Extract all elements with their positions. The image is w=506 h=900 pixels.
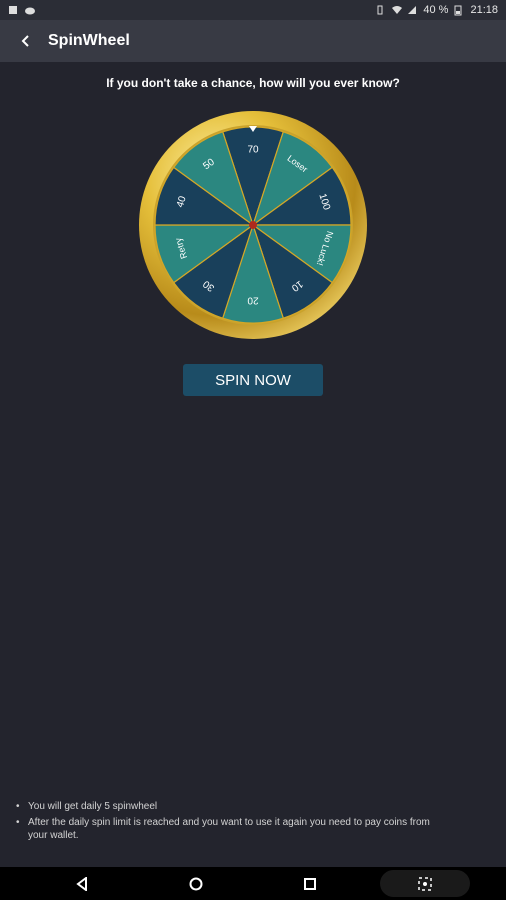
- battery-icon: [454, 5, 464, 16]
- battery-percent: 40 %: [423, 4, 449, 16]
- note-item: • After the daily spin limit is reached …: [16, 816, 436, 842]
- spin-now-button[interactable]: SPIN NOW: [183, 364, 323, 396]
- nav-home-button[interactable]: [176, 867, 216, 900]
- signal-icon: [407, 5, 417, 15]
- wifi-icon: [391, 5, 403, 15]
- nav-assist-button[interactable]: [380, 870, 470, 897]
- wheel-segment-label: 70: [247, 145, 259, 156]
- status-bar: 40 % 21:18: [0, 0, 506, 20]
- square-recents-icon: [304, 877, 316, 890]
- circle-home-icon: [189, 877, 203, 890]
- spin-wheel[interactable]: 70Loser100No Luck!102030Retry4050: [138, 110, 368, 340]
- back-button[interactable]: [14, 29, 38, 53]
- nav-recents-button[interactable]: [290, 867, 330, 900]
- tagline: If you don't take a chance, how will you…: [106, 76, 400, 90]
- nav-back-button[interactable]: [62, 867, 102, 900]
- bullet-icon: •: [16, 801, 20, 812]
- note-text: After the daily spin limit is reached an…: [28, 817, 430, 841]
- note-item: • You will get daily 5 spinwheel: [16, 800, 436, 813]
- wheel-center: [249, 221, 257, 229]
- clock: 21:18: [470, 4, 498, 16]
- note-text: You will get daily 5 spinwheel: [28, 801, 158, 812]
- page-title: SpinWheel: [48, 32, 130, 49]
- cloud-icon: [24, 5, 35, 15]
- notification-icon: [8, 5, 18, 15]
- vibrate-icon: [375, 5, 385, 15]
- navigation-bar: [0, 867, 506, 900]
- triangle-back-icon: [76, 876, 87, 891]
- back-arrow-icon: [21, 35, 29, 47]
- wheel-segment-label: 20: [247, 294, 259, 305]
- info-notes: • You will get daily 5 spinwheel • After…: [16, 800, 436, 845]
- app-bar: SpinWheel: [0, 20, 506, 62]
- bullet-icon: •: [16, 817, 20, 828]
- screenshot-icon: [418, 876, 432, 891]
